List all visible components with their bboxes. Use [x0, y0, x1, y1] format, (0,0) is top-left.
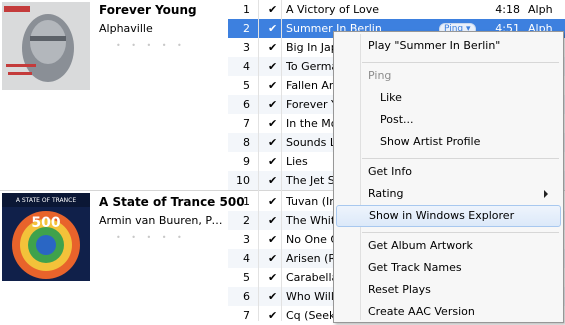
- column-divider: [258, 0, 259, 321]
- track-number: 8: [243, 136, 250, 149]
- album-title: A State of Trance 500: [99, 195, 245, 209]
- menu-item-show-artist-profile[interactable]: Show Artist Profile: [336, 131, 561, 153]
- track-artist: Alph: [528, 3, 553, 16]
- track-name: A Victory of Love: [286, 3, 380, 16]
- menu-separator: [362, 232, 559, 233]
- track-number: 2: [243, 214, 250, 227]
- track-checkbox[interactable]: ✔: [268, 114, 277, 133]
- track-checkbox[interactable]: ✔: [268, 19, 277, 38]
- track-checkbox[interactable]: ✔: [268, 57, 277, 76]
- track-number: 7: [243, 309, 250, 322]
- menu-item-reset-plays[interactable]: Reset Plays: [336, 279, 561, 301]
- menu-item-play[interactable]: Play "Summer In Berlin": [336, 35, 561, 57]
- track-number: 6: [243, 98, 250, 111]
- menu-separator: [362, 158, 559, 159]
- track-checkbox[interactable]: ✔: [268, 287, 277, 306]
- menu-item-rating[interactable]: Rating: [336, 183, 561, 205]
- track-number: 3: [243, 41, 250, 54]
- menu-item-post[interactable]: Post...: [336, 109, 561, 131]
- track-row[interactable]: 1 ✔ A Victory of Love 4:18 Alph: [228, 0, 565, 19]
- track-checkbox[interactable]: ✔: [268, 76, 277, 95]
- track-checkbox[interactable]: ✔: [268, 192, 277, 211]
- track-checkbox[interactable]: ✔: [268, 249, 277, 268]
- menu-item-create-aac[interactable]: Create AAC Version: [336, 301, 561, 323]
- album-artist: Alphaville: [99, 22, 153, 35]
- column-divider: [281, 0, 282, 321]
- album-cover[interactable]: A STATE OF TRANCE 500: [2, 193, 90, 281]
- track-checkbox[interactable]: ✔: [268, 306, 277, 325]
- track-checkbox[interactable]: ✔: [268, 152, 277, 171]
- menu-item-get-album-artwork[interactable]: Get Album Artwork: [336, 235, 561, 257]
- album-forever-young: Forever Young Alphaville • • • • •: [0, 0, 228, 190]
- rating-stars[interactable]: • • • • •: [116, 41, 186, 50]
- track-number: 5: [243, 79, 250, 92]
- album-state-of-trance: A STATE OF TRANCE 500 A State of Trance …: [0, 191, 245, 321]
- album-title: Forever Young: [99, 3, 197, 17]
- menu-item-get-info[interactable]: Get Info: [336, 161, 561, 183]
- track-checkbox[interactable]: ✔: [268, 230, 277, 249]
- album-artist: Armin van Buuren, Pa...: [99, 214, 225, 227]
- track-number: 5: [243, 271, 250, 284]
- track-checkbox[interactable]: ✔: [268, 211, 277, 230]
- menu-item-show-in-explorer[interactable]: Show in Windows Explorer: [336, 205, 561, 227]
- menu-separator: [362, 62, 559, 63]
- track-checkbox[interactable]: ✔: [268, 171, 277, 190]
- track-checkbox[interactable]: ✔: [268, 268, 277, 287]
- album-cover[interactable]: [2, 2, 90, 90]
- context-menu: Play "Summer In Berlin" Ping Like Post..…: [333, 31, 564, 323]
- track-checkbox[interactable]: ✔: [268, 133, 277, 152]
- menu-item-get-track-names[interactable]: Get Track Names: [336, 257, 561, 279]
- track-checkbox[interactable]: ✔: [268, 38, 277, 57]
- menu-item-like[interactable]: Like: [336, 87, 561, 109]
- cover-number-text: 500: [31, 215, 60, 231]
- track-number: 3: [243, 233, 250, 246]
- track-number: 2: [243, 22, 250, 35]
- track-number: 10: [236, 174, 250, 187]
- track-number: 9: [243, 155, 250, 168]
- submenu-arrow-icon: [544, 190, 548, 198]
- rating-stars[interactable]: • • • • •: [116, 233, 186, 242]
- track-checkbox[interactable]: ✔: [268, 95, 277, 114]
- track-time: 4:18: [495, 3, 520, 16]
- track-number: 4: [243, 60, 250, 73]
- track-number: 1: [243, 195, 250, 208]
- track-number: 1: [243, 3, 250, 16]
- track-number: 7: [243, 117, 250, 130]
- track-number: 6: [243, 290, 250, 303]
- cover-header-text: A STATE OF TRANCE: [16, 197, 76, 204]
- menu-header-ping: Ping: [368, 69, 392, 82]
- track-number: 4: [243, 252, 250, 265]
- track-checkbox[interactable]: ✔: [268, 0, 277, 19]
